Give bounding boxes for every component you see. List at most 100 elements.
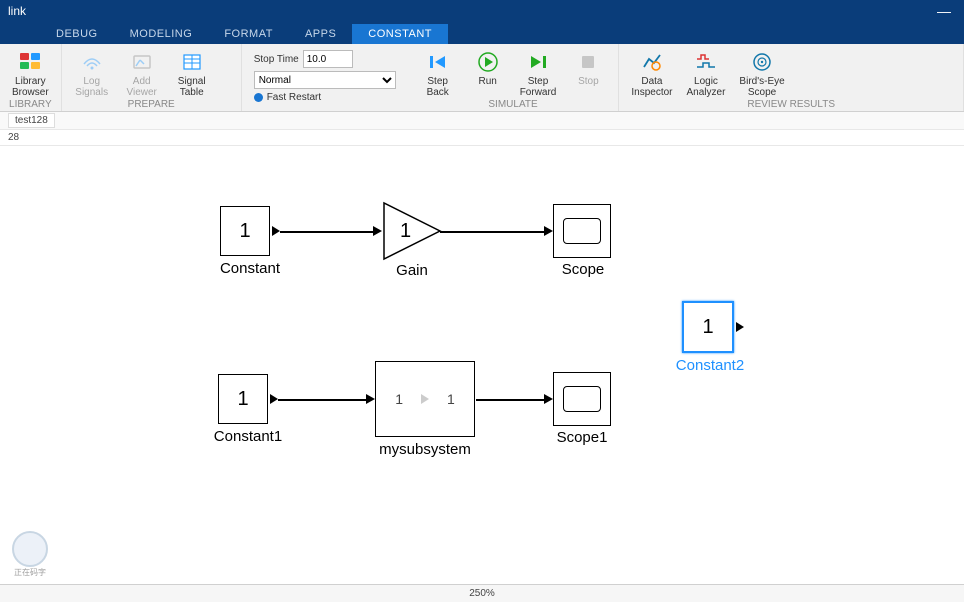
- run-button[interactable]: Run: [466, 48, 510, 89]
- arrow-constant1-subsys: [366, 394, 375, 404]
- signal-table-label: Signal Table: [178, 76, 206, 98]
- block-scope1-label[interactable]: Scope1: [552, 429, 612, 446]
- port-constant2-out[interactable]: [736, 322, 744, 332]
- tab-format[interactable]: FORMAT: [208, 24, 289, 44]
- add-viewer-label: Add Viewer: [126, 76, 156, 98]
- arrow-constant-gain: [373, 226, 382, 236]
- block-gain[interactable]: [382, 201, 442, 261]
- simulation-mode-select[interactable]: Normal: [254, 71, 396, 89]
- window-controls: ―: [924, 0, 964, 22]
- app-title: link: [8, 4, 26, 18]
- data-inspector-button[interactable]: Data Inspector: [627, 48, 676, 100]
- wire-constant-gain[interactable]: [280, 231, 375, 233]
- ribbon-group-prepare: Log Signals Add Viewer Signal Table PREP…: [62, 44, 242, 111]
- library-browser-label: Library Browser: [12, 76, 49, 98]
- block-constant1-label[interactable]: Constant1: [208, 428, 288, 445]
- menu-tabstrip: DEBUG MODELING FORMAT APPS CONSTANT: [0, 22, 964, 44]
- step-back-label: Step Back: [427, 76, 449, 98]
- stop-time-input[interactable]: [303, 50, 353, 68]
- block-constant-label[interactable]: Constant: [215, 260, 285, 277]
- play-icon: [476, 50, 500, 74]
- block-scope1[interactable]: [553, 372, 611, 426]
- ribbon-toolbar: Library Browser LIBRARY Log Signals Add …: [0, 44, 964, 112]
- fast-restart-label: Fast Restart: [267, 92, 321, 103]
- wire-gain-scope[interactable]: [440, 231, 546, 233]
- ribbon-group-review-label: REVIEW RESULTS: [619, 99, 963, 110]
- stop-icon: [576, 50, 600, 74]
- model-path-bar: 28: [0, 130, 964, 146]
- table-icon: [180, 50, 204, 74]
- step-forward-icon: [526, 50, 550, 74]
- step-forward-button[interactable]: Step Forward: [516, 48, 561, 100]
- subsystem-flow-icon: [421, 394, 429, 404]
- library-icon: [18, 50, 42, 74]
- watermark-image: 正在码字: [4, 528, 56, 580]
- ribbon-group-simulate-label: SIMULATE: [408, 99, 619, 110]
- tab-constant[interactable]: CONSTANT: [352, 24, 448, 44]
- scope1-screen-icon: [563, 386, 601, 412]
- logic-analyzer-icon: [694, 50, 718, 74]
- port-constant1-out[interactable]: [270, 394, 278, 404]
- birds-eye-icon: [750, 50, 774, 74]
- breadcrumb-bar: test128: [0, 112, 964, 130]
- watermark-text: 正在码字: [14, 567, 46, 578]
- block-scope[interactable]: [553, 204, 611, 258]
- stop-button: Stop: [566, 48, 610, 89]
- block-constant2[interactable]: 1: [682, 301, 734, 353]
- block-constant2-value: 1: [702, 316, 713, 339]
- port-constant-out[interactable]: [272, 226, 280, 236]
- block-constant-value: 1: [239, 220, 250, 243]
- block-subsystem[interactable]: 1 1: [375, 361, 475, 437]
- block-constant1-value: 1: [237, 388, 248, 411]
- logic-analyzer-label: Logic Analyzer: [687, 76, 726, 98]
- arrow-gain-scope: [544, 226, 553, 236]
- log-signals-button: Log Signals: [70, 48, 114, 100]
- tab-modeling[interactable]: MODELING: [114, 24, 209, 44]
- tab-apps[interactable]: APPS: [289, 24, 352, 44]
- breadcrumb-item[interactable]: test128: [8, 113, 55, 128]
- block-constant1[interactable]: 1: [218, 374, 268, 424]
- log-signals-label: Log Signals: [75, 76, 108, 98]
- wifi-icon: [80, 50, 104, 74]
- fast-restart-icon: [254, 93, 263, 102]
- scope-screen-icon: [563, 218, 601, 244]
- fast-restart-toggle[interactable]: Fast Restart: [254, 92, 396, 103]
- logic-analyzer-button[interactable]: Logic Analyzer: [683, 48, 730, 100]
- data-inspector-icon: [640, 50, 664, 74]
- subsystem-inner-icon: 1 1: [395, 391, 455, 407]
- signal-table-button[interactable]: Signal Table: [170, 48, 214, 100]
- minimize-button[interactable]: ―: [924, 0, 964, 22]
- subsystem-in-port-label: 1: [395, 391, 403, 407]
- run-label: Run: [479, 76, 497, 87]
- title-bar: link ―: [0, 0, 964, 22]
- step-back-button[interactable]: Step Back: [416, 48, 460, 100]
- stop-time-label: Stop Time: [254, 54, 299, 65]
- ribbon-group-prepare-label: PREPARE: [62, 99, 241, 110]
- block-constant2-label[interactable]: Constant2: [670, 357, 750, 374]
- birds-eye-scope-button[interactable]: Bird's-Eye Scope: [735, 48, 788, 100]
- model-canvas[interactable]: 1 Constant 1 Gain Scope 1 Constant1 1: [0, 146, 964, 586]
- birds-eye-label: Bird's-Eye Scope: [739, 76, 784, 98]
- ribbon-group-library: Library Browser LIBRARY: [0, 44, 62, 111]
- block-scope-label[interactable]: Scope: [555, 261, 611, 278]
- block-constant[interactable]: 1: [220, 206, 270, 256]
- wire-constant1-subsys[interactable]: [278, 399, 368, 401]
- tab-debug[interactable]: DEBUG: [40, 24, 114, 44]
- ribbon-group-library-label: LIBRARY: [0, 99, 61, 110]
- stop-label: Stop: [578, 76, 599, 87]
- block-gain-label[interactable]: Gain: [392, 262, 432, 279]
- model-path-text: 28: [8, 132, 19, 143]
- zoom-level[interactable]: 250%: [469, 588, 495, 599]
- ribbon-group-simulate: Step Back Run Step Forward Stop: [408, 44, 620, 111]
- block-gain-value: 1: [400, 220, 411, 243]
- add-viewer-button: Add Viewer: [120, 48, 164, 100]
- wire-subsys-scope1[interactable]: [476, 399, 546, 401]
- arrow-subsys-scope1: [544, 394, 553, 404]
- data-inspector-label: Data Inspector: [631, 76, 672, 98]
- step-back-icon: [426, 50, 450, 74]
- block-subsystem-label[interactable]: mysubsystem: [375, 441, 475, 458]
- library-browser-button[interactable]: Library Browser: [8, 48, 53, 100]
- ribbon-group-review: Data Inspector Logic Analyzer Bird's-Eye…: [619, 44, 964, 111]
- step-forward-label: Step Forward: [520, 76, 557, 98]
- viewer-icon: [130, 50, 154, 74]
